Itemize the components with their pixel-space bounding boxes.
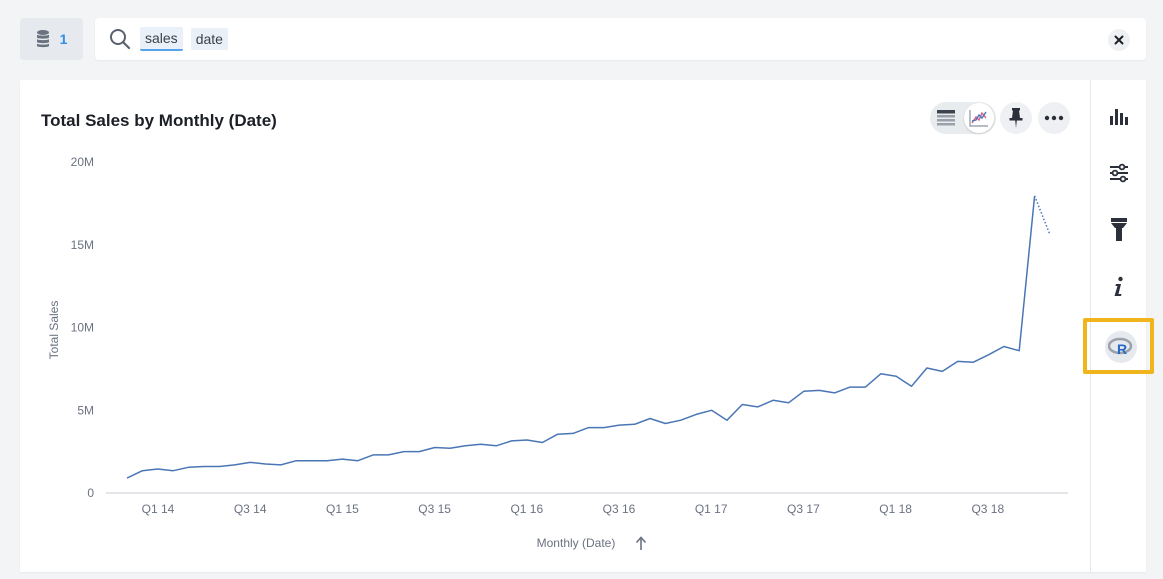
y-tick-label: 0	[87, 486, 94, 500]
answer-card: Total Sales by Monthly (Date) 0 5M 10M 1…	[20, 80, 1146, 572]
clear-search-button[interactable]	[1108, 29, 1130, 51]
filter-button[interactable]	[1101, 212, 1137, 248]
x-tick-label: Q3 16	[603, 502, 636, 516]
close-icon	[1114, 35, 1124, 45]
series-line	[126, 195, 1036, 479]
y-tick-label: 10M	[71, 321, 94, 335]
y-tick-label: 5M	[77, 403, 94, 417]
database-icon	[36, 29, 50, 49]
y-axis: 0 5M 10M 15M 20M	[71, 155, 95, 500]
x-tick-label: Q1 15	[326, 502, 359, 516]
y-tick-label: 15M	[71, 238, 94, 252]
svg-text:R: R	[1117, 341, 1127, 357]
sort-ascending-button[interactable]	[632, 535, 650, 553]
x-axis-label: Monthly (Date)	[537, 536, 616, 550]
info-icon	[1113, 276, 1125, 298]
r-analysis-icon: R	[1108, 337, 1134, 357]
y-axis-label: Total Sales	[47, 301, 61, 360]
configure-button[interactable]	[1101, 155, 1137, 191]
x-tick-label: Q1 17	[695, 502, 728, 516]
x-tick-label: Q1 14	[142, 502, 175, 516]
r-analysis-button[interactable]: R	[1105, 331, 1137, 363]
search-token-sales[interactable]: sales	[140, 27, 183, 51]
x-axis: Q1 14 Q3 14 Q1 15 Q3 15 Q1 16 Q3 16 Q1 17 Q3 17…	[106, 492, 1068, 516]
search-icon	[109, 28, 131, 50]
line-chart: 0 5M 10M 15M 20M Q1 14 Q3 14 Q1 15 Q3 15 Q1 16 Q3…	[47, 155, 1068, 553]
series-projection-line	[1033, 195, 1051, 236]
data-source-button[interactable]: 1	[20, 18, 83, 60]
r-analysis-highlight: R	[1083, 318, 1154, 374]
x-tick-label: Q1 16	[510, 502, 543, 516]
sliders-icon	[1109, 163, 1129, 183]
chart-type-button[interactable]	[1101, 98, 1137, 134]
x-tick-label: Q1 18	[879, 502, 912, 516]
x-tick-label: Q3 17	[787, 502, 820, 516]
x-tick-label: Q3 18	[971, 502, 1004, 516]
filter-icon	[1109, 218, 1129, 242]
x-tick-label: Q3 14	[234, 502, 267, 516]
search-token-date[interactable]: date	[190, 28, 228, 50]
x-tick-label: Q3 15	[418, 502, 451, 516]
data-source-count: 1	[59, 31, 68, 47]
search-bar[interactable]: sales date	[95, 18, 1146, 60]
info-button[interactable]	[1101, 269, 1137, 305]
bar-chart-icon	[1109, 106, 1129, 126]
y-tick-label: 20M	[71, 155, 94, 169]
